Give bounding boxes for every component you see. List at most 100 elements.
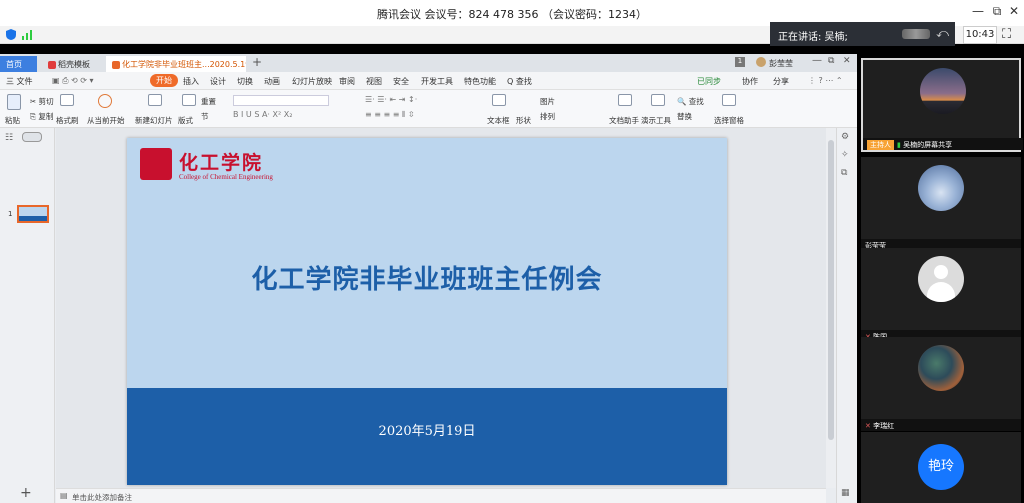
animation-icon[interactable]: ✧	[841, 150, 849, 160]
menu-file[interactable]: 三 文件	[6, 76, 33, 87]
paste-icon[interactable]	[7, 94, 21, 110]
font-style-buttons[interactable]: B I U S A· X² X₂	[233, 110, 333, 121]
new-slide-label[interactable]: 新建幻灯片	[135, 115, 173, 126]
ribbon-options-icons[interactable]: ⋮ ? ⋯ ⌃	[808, 76, 843, 85]
sync-status[interactable]: 已同步	[697, 76, 721, 87]
doc-assistant-icon[interactable]	[618, 94, 632, 106]
menu-design[interactable]: 设计	[210, 76, 226, 87]
minimize-button[interactable]: —	[968, 4, 988, 18]
scroll-thumb[interactable]	[828, 140, 834, 440]
picture-button[interactable]: 图片	[540, 96, 555, 107]
layout-icon[interactable]	[182, 94, 196, 106]
find-button[interactable]: 🔍 查找	[677, 96, 704, 107]
notes-icon: ▤	[60, 491, 68, 500]
tab-document[interactable]: 化工学院非毕业班班主...2020.5.19)	[106, 56, 246, 72]
doc-assistant-label[interactable]: 文档助手	[609, 115, 639, 126]
textbox-icon[interactable]	[492, 94, 506, 106]
participant-namebar: 主持人 ▮ 吴楠的屏幕共享	[863, 138, 1023, 150]
shape-label[interactable]: 形状	[516, 115, 531, 126]
fullscreen-icon[interactable]: ⛶	[1002, 27, 1011, 42]
menu-features[interactable]: 特色功能	[464, 76, 496, 87]
cut-label: 剪切	[38, 97, 54, 106]
avatar-initials: 艳玲	[918, 444, 964, 490]
participant-tile[interactable]: 主持人 ▮ 吴楠的屏幕共享	[861, 58, 1023, 152]
tab-home[interactable]: 首页	[0, 56, 37, 72]
slide[interactable]: 化工学院 College of Chemical Engineering 化工学…	[127, 138, 727, 485]
outline-view-icon[interactable]: ☷	[5, 133, 13, 143]
shield-icon[interactable]	[6, 29, 16, 40]
ppt-icon	[112, 60, 120, 69]
return-icon[interactable]: ⤺	[936, 26, 949, 41]
collaborate-button[interactable]: 协作	[742, 76, 758, 87]
menu-search[interactable]: Q 查找	[507, 76, 532, 87]
new-tab-icon[interactable]: +	[252, 55, 262, 69]
slide-canvas: 化工学院 College of Chemical Engineering 化工学…	[56, 128, 826, 488]
participant-tile[interactable]: ✕ 李瑞红	[861, 337, 1021, 431]
menu-developer[interactable]: 开发工具	[421, 76, 453, 87]
copy-label: 复制	[38, 112, 54, 121]
arrange-button[interactable]: 排列	[540, 111, 555, 122]
notification-badge[interactable]: 1	[735, 57, 745, 67]
list-buttons[interactable]: ☰· ☰· ⇤ ⇥ ↕·	[365, 95, 485, 106]
share-button[interactable]: 分享	[773, 76, 789, 87]
properties-icon[interactable]: ⚙	[841, 132, 849, 142]
menu-security[interactable]: 安全	[393, 76, 409, 87]
align-buttons[interactable]: ≡ ≡ ≡ ≡ ⫴ ⇳	[365, 110, 485, 121]
menu-animation[interactable]: 动画	[264, 76, 280, 87]
wps-window: 首页 稻壳模板 化工学院非毕业班班主...2020.5.19) + 1 彭莹莹 …	[0, 54, 857, 503]
reset-button[interactable]: 重置	[201, 96, 216, 107]
notes-bar[interactable]: ▤ 单击此处添加备注	[56, 488, 826, 503]
user-avatar[interactable]	[756, 57, 766, 67]
participant-tile[interactable]: 彭莹莹	[861, 157, 1021, 251]
menu-insert[interactable]: 插入	[183, 76, 199, 87]
tab-docer-templates[interactable]: 稻壳模板	[42, 56, 104, 72]
participant-tile[interactable]: 艳玲	[861, 432, 1021, 503]
wps-close-button[interactable]: ✕	[843, 56, 851, 66]
menu-view[interactable]: 视图	[366, 76, 382, 87]
layout-label[interactable]: 版式	[178, 115, 193, 126]
meeting-title: 腾讯会议 会议号：824 478 356 （会议密码：1234）	[377, 8, 647, 21]
menu-transition[interactable]: 切换	[237, 76, 253, 87]
college-logo-emblem	[140, 148, 172, 180]
add-slide-icon[interactable]: +	[20, 485, 32, 501]
paste-label[interactable]: 粘贴	[5, 115, 20, 126]
format-painter-icon[interactable]	[60, 94, 74, 106]
tab-docer-label: 稻壳模板	[58, 60, 90, 69]
textbox-label[interactable]: 文本框	[487, 115, 510, 126]
task-pane-strip: ⚙ ✧ ⧉ ▦	[836, 128, 857, 503]
slide-view-icon[interactable]	[22, 132, 42, 142]
wps-minimize-button[interactable]: —	[812, 55, 822, 66]
select-pane-label[interactable]: 选择窗格	[714, 115, 744, 126]
slide-thumbnail[interactable]	[17, 205, 49, 223]
copy-pane-icon[interactable]: ⧉	[841, 168, 847, 178]
speaking-label: 正在讲话: 吴楠;	[778, 32, 848, 43]
cut-button[interactable]: ✂ 剪切	[30, 96, 54, 107]
participants-sidebar: 主持人▮ 吴楠的屏幕共享 彭莹莹 ✕ 陈国 ✕ 李瑞红 艳玲	[858, 54, 1024, 503]
replace-button[interactable]: 替换	[677, 111, 692, 122]
copy-button[interactable]: ⎘ 复制	[30, 111, 53, 122]
wps-restore-button[interactable]: ⧉	[828, 56, 834, 66]
new-slide-icon[interactable]	[148, 94, 162, 106]
grid-icon[interactable]: ▦	[841, 488, 850, 498]
participant-tile[interactable]: ✕ 陈国	[861, 248, 1021, 342]
close-button[interactable]: ✕	[1004, 4, 1024, 18]
font-name-select[interactable]	[233, 95, 329, 106]
menu-start[interactable]: 开始	[150, 74, 178, 87]
select-pane-icon[interactable]	[722, 94, 736, 106]
vertical-scrollbar[interactable]	[826, 128, 836, 488]
quick-access-icons[interactable]: ▣ ⎙ ⟲ ⟳ ▾	[52, 76, 94, 86]
wps-ribbon: 粘贴 ✂ 剪切 ⎘ 复制 格式刷 从当前开始 新建幻灯片 版式 重置 节 B I…	[0, 90, 857, 128]
from-current-label[interactable]: 从当前开始	[87, 115, 125, 126]
signal-icon[interactable]	[22, 29, 34, 40]
presentation-tools-icon[interactable]	[651, 94, 665, 106]
presentation-tools-label[interactable]: 演示工具	[641, 115, 671, 126]
host-badge: 主持人	[867, 140, 894, 150]
notes-placeholder: 单击此处添加备注	[72, 493, 132, 502]
menu-review[interactable]: 审阅	[339, 76, 355, 87]
section-button[interactable]: 节	[201, 111, 209, 122]
slide-thumbnail-pane: ☷ 1 +	[0, 128, 55, 503]
menu-slideshow[interactable]: 幻灯片放映	[292, 76, 332, 87]
mic-muted-icon: ✕	[865, 422, 871, 430]
format-painter-label[interactable]: 格式刷	[56, 115, 79, 126]
play-from-current-icon[interactable]	[98, 94, 112, 108]
